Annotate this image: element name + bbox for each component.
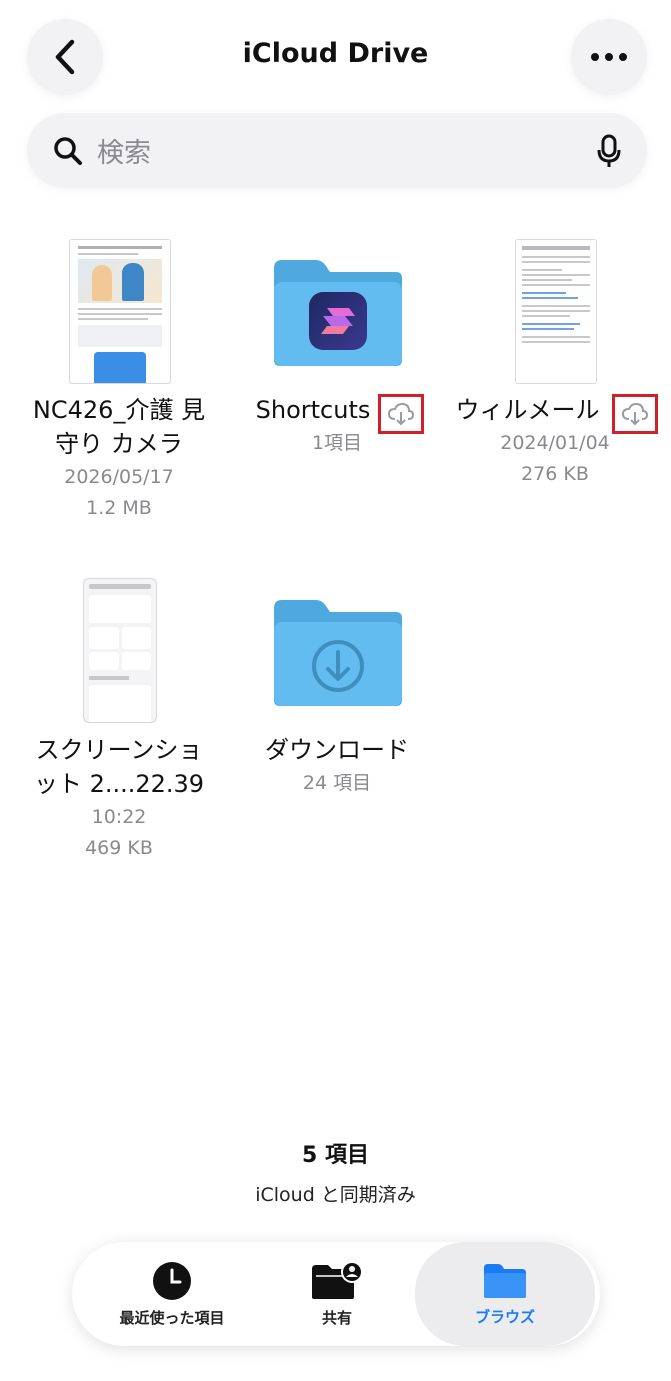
tab-shared[interactable]: 共有 [272,1242,402,1346]
file-name: ウィルメール [455,396,600,424]
item-count: 5 項目 [302,1143,369,1168]
cloud-download-icon [387,402,415,426]
ellipsis-icon [591,53,627,61]
tab-label: 最近使った項目 [119,1308,225,1327]
file-name-line2: 守り カメラ [55,430,183,458]
folder-icon [484,1263,526,1298]
file-size: 276 KB [521,463,589,485]
folder-item-shortcuts[interactable]: Shortcuts 1項目 [232,236,442,466]
tab-bar: 最近使った項目 共有 ブラウズ [72,1242,600,1346]
file-item-willmail[interactable]: ウィルメール 2024/01/04 276 KB [450,236,660,496]
file-item-screenshot[interactable]: スクリーンショ ット 2....22.39 10:22 469 KB [14,576,224,866]
tab-browse[interactable]: ブラウズ [415,1242,595,1346]
file-date: 2026/05/17 [64,466,174,488]
file-name: NC426_介護 見 [32,396,206,424]
tab-label: 共有 [321,1308,352,1327]
folder-item-count: 24 項目 [302,772,372,794]
file-name-line2: ット 2....22.39 [33,770,205,798]
document-thumbnail [515,239,597,384]
folder-item-downloads[interactable]: ダウンロード 24 項目 [232,576,442,806]
folder-item-count: 1項目 [311,432,363,454]
file-item-nc426[interactable]: NC426_介護 見 守り カメラ 2026/05/17 1.2 MB [14,236,224,526]
folder-name: Shortcuts [255,396,371,424]
file-size: 1.2 MB [86,497,152,519]
file-name: スクリーンショ [35,736,203,764]
document-thumbnail [69,239,171,384]
cloud-download-icon [621,402,649,426]
folder-icon [274,600,402,706]
microphone-icon[interactable] [597,134,621,168]
tab-recents[interactable]: 最近使った項目 [92,1242,252,1346]
file-date: 2024/01/04 [500,432,610,454]
sync-status: iCloud と同期済み [255,1184,416,1206]
file-date: 10:22 [91,806,147,828]
folder-name: ダウンロード [265,736,409,764]
search-icon [54,136,82,165]
clock-icon [153,1261,191,1300]
search-placeholder: 検索 [97,138,151,169]
file-size: 469 KB [85,837,153,859]
screenshot-thumbnail [83,578,157,723]
more-button[interactable] [571,19,647,95]
shortcuts-app-icon [309,292,367,350]
search-input[interactable]: 検索 [27,113,647,188]
tab-label: ブラウズ [474,1307,535,1326]
shared-folder-icon [312,1260,363,1299]
